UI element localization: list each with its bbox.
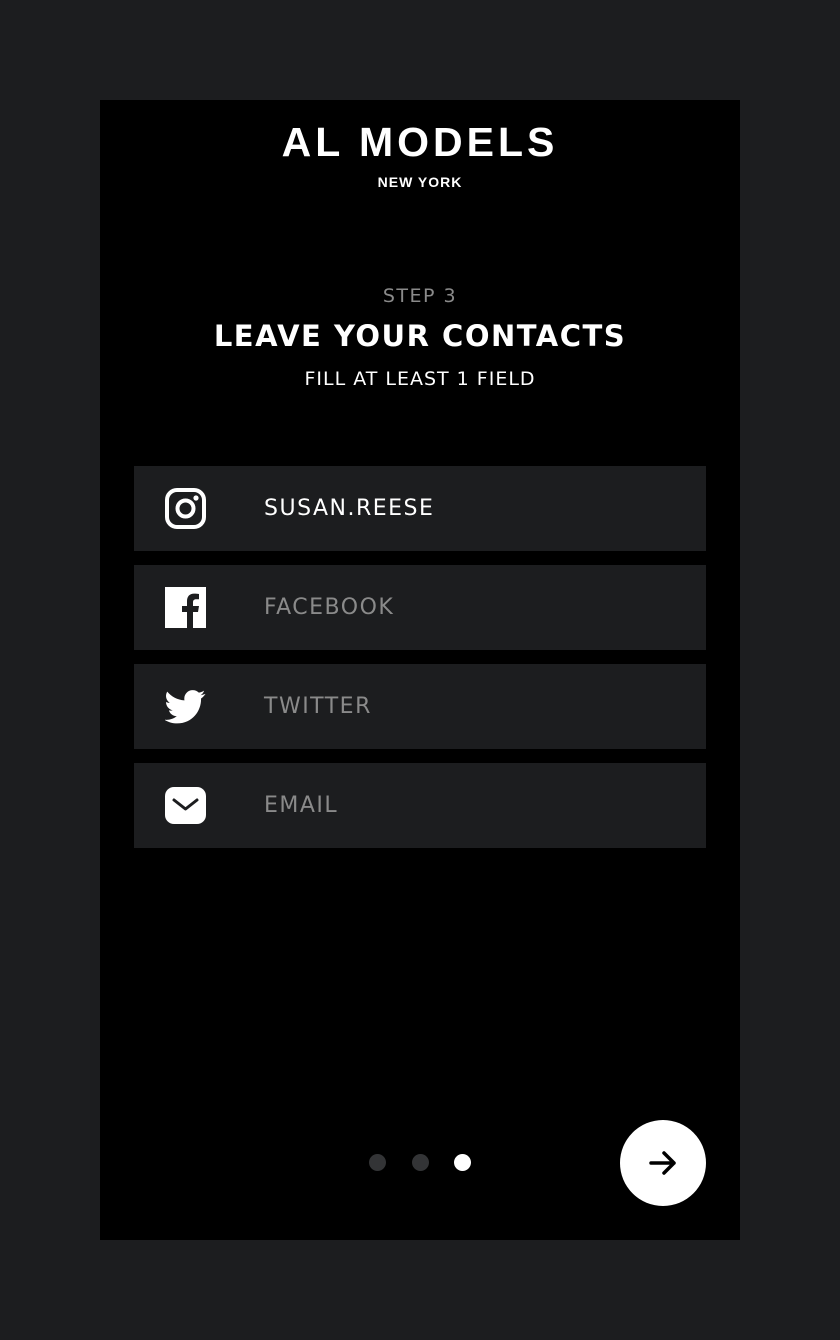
brand-logo: AL MODELS	[281, 119, 559, 165]
email-field[interactable]: EMAIL	[134, 763, 706, 848]
email-icon	[165, 785, 206, 826]
twitter-placeholder: TWITTER	[264, 694, 372, 719]
next-button[interactable]	[620, 1120, 706, 1206]
pagination-dot-3	[454, 1154, 471, 1171]
pagination-dot-2	[412, 1154, 429, 1171]
pagination-dot-1	[369, 1154, 386, 1171]
page-title: LEAVE YOUR CONTACTS	[213, 319, 627, 353]
brand-location: NEW YORK	[377, 174, 463, 190]
facebook-placeholder: FACEBOOK	[264, 595, 395, 620]
instagram-field[interactable]: SUSAN.REESE	[134, 466, 706, 551]
instagram-icon	[165, 488, 206, 529]
email-placeholder: EMAIL	[264, 793, 339, 818]
step-label: STEP 3	[382, 285, 458, 307]
facebook-icon	[165, 587, 206, 628]
instagram-value: SUSAN.REESE	[264, 496, 435, 521]
twitter-field[interactable]: TWITTER	[134, 664, 706, 749]
twitter-icon	[165, 686, 206, 727]
arrow-right-icon	[649, 1151, 676, 1175]
facebook-field[interactable]: FACEBOOK	[134, 565, 706, 650]
page-subtitle: FILL AT LEAST 1 FIELD	[304, 368, 536, 390]
